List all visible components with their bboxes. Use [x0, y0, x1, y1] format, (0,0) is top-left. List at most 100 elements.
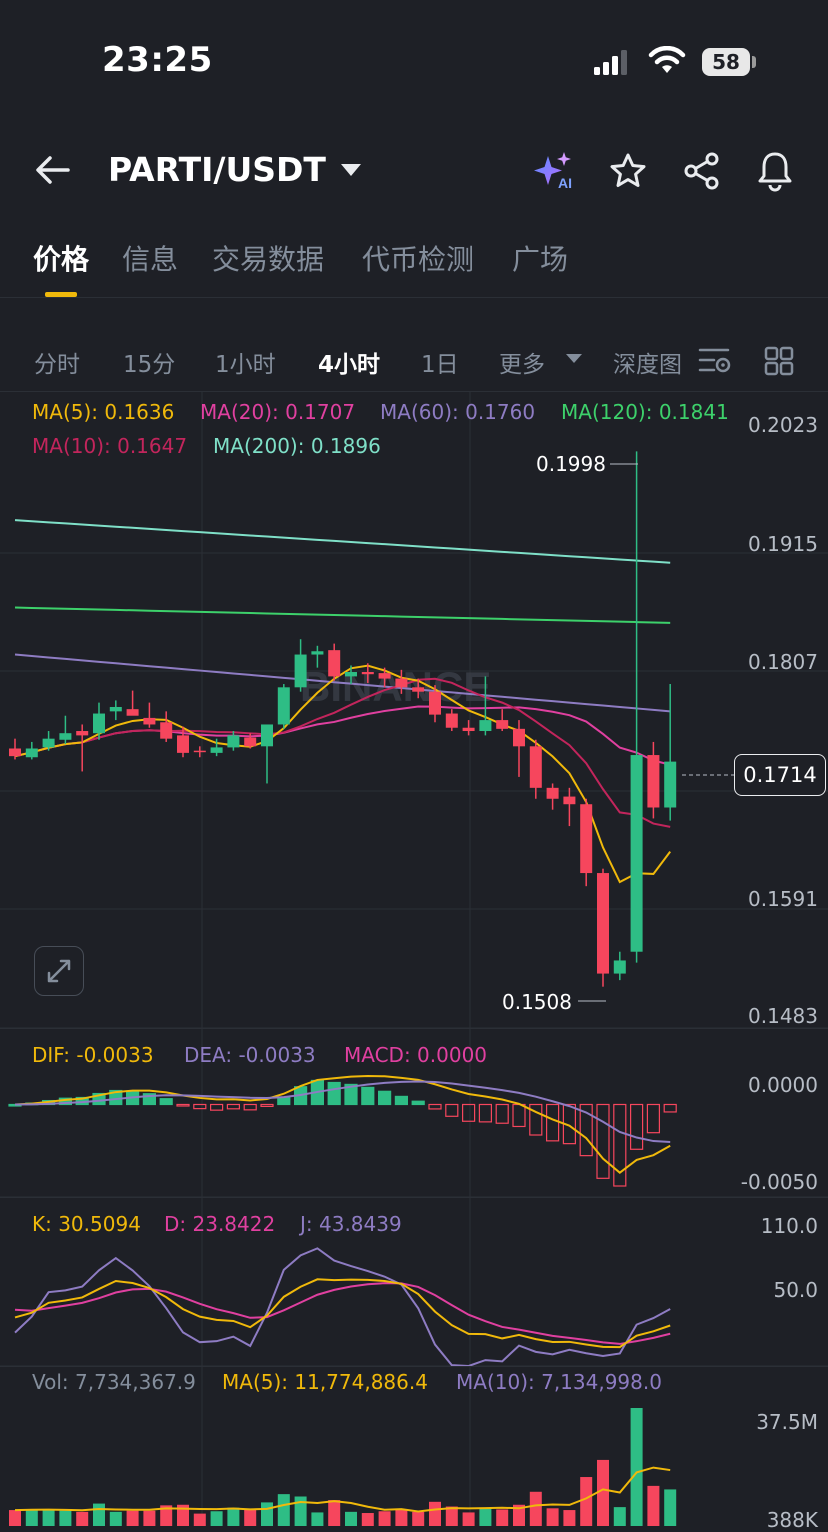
macd-bar: [159, 1098, 173, 1106]
timeframe-more[interactable]: 更多: [499, 345, 545, 379]
candlestick-chart[interactable]: BINANCE 0.1998 0.1508: [0, 391, 828, 1028]
macd-bar: [462, 1103, 476, 1122]
volume-bar: [580, 1477, 593, 1526]
candle: [664, 684, 677, 821]
macd-bar: [445, 1103, 459, 1117]
ma200-line: [14, 519, 671, 564]
volume-ma10-label: MA(10): 7,134,998.0: [456, 1370, 662, 1394]
macd-bar: [411, 1100, 425, 1106]
macd-panel-divider: [0, 1197, 828, 1198]
candle: [277, 684, 290, 729]
svg-text:AI: AI: [558, 175, 572, 191]
macd-bar: [327, 1081, 341, 1106]
volume-bar: [479, 1508, 492, 1526]
candle: [227, 731, 240, 751]
ma120-line: [14, 606, 671, 624]
volume-bar: [244, 1509, 257, 1526]
volume-bar: [93, 1503, 105, 1526]
macd-bar: [210, 1103, 224, 1111]
timeframe-line[interactable]: 分时: [34, 345, 80, 379]
low-price-label: 0.1508: [502, 990, 572, 1014]
layout-grid-icon[interactable]: [764, 346, 794, 376]
volume-bar: [395, 1509, 408, 1526]
candle: [126, 690, 139, 716]
volume-bar: [277, 1494, 290, 1526]
tabs-divider: [0, 297, 828, 298]
timeframe-1h[interactable]: 1小时: [215, 345, 276, 379]
macd-bar: [176, 1103, 190, 1107]
macd-bar: [512, 1103, 526, 1128]
candle: [109, 700, 122, 721]
volume-bar: [294, 1496, 307, 1526]
high-price-label: 0.1998: [536, 452, 606, 476]
volume-bar: [227, 1507, 240, 1526]
candle: [529, 739, 542, 799]
macd-chart: [8, 1074, 677, 1187]
kdj-panel-divider: [0, 1366, 828, 1367]
status-time: 23:25: [102, 40, 213, 80]
macd-bar: [646, 1103, 661, 1134]
tab-info[interactable]: 信息: [122, 238, 178, 278]
depth-chart-tab[interactable]: 深度图: [613, 345, 683, 379]
candle: [25, 741, 38, 760]
expand-icon: [47, 959, 71, 983]
volume-bar: [42, 1509, 55, 1526]
ai-assistant-icon[interactable]: AI: [532, 150, 578, 192]
ma20-line: [14, 705, 671, 766]
volume-bar: [193, 1513, 206, 1526]
tab-trading-data[interactable]: 交易数据: [212, 238, 324, 278]
tab-token-check[interactable]: 代币检测: [362, 238, 474, 278]
pair-title[interactable]: PARTI/USDT: [108, 150, 326, 189]
candle: [9, 738, 21, 760]
macd-bar: [260, 1103, 274, 1108]
candle: [76, 724, 89, 772]
volume-bar: [210, 1511, 223, 1526]
volume-bar: [630, 1408, 643, 1526]
macd-bar: [193, 1103, 207, 1110]
timeframe-4h[interactable]: 4小时: [318, 345, 380, 379]
battery-indicator: 58: [702, 48, 750, 76]
kdj-chart: [14, 1247, 671, 1366]
candle: [613, 951, 626, 981]
macd-bar: [663, 1103, 677, 1113]
volume-ma5-line: [14, 1466, 671, 1513]
volume-bar: [311, 1512, 324, 1526]
candle: [647, 741, 660, 819]
macd-bar: [277, 1097, 291, 1106]
pair-dropdown-icon[interactable]: [340, 163, 362, 177]
candle: [580, 798, 593, 887]
kdj-d-line: [14, 1282, 671, 1345]
notification-bell-icon[interactable]: [756, 150, 794, 192]
candle: [462, 720, 475, 736]
indicator-settings-icon[interactable]: [698, 346, 732, 376]
volume-bar: [462, 1512, 475, 1526]
candle: [630, 451, 643, 963]
back-arrow-icon[interactable]: [34, 154, 72, 186]
tab-square[interactable]: 广场: [512, 238, 568, 278]
macd-bar: [545, 1103, 560, 1142]
volume-bar: [345, 1511, 357, 1526]
candle: [445, 709, 458, 732]
candle: [193, 746, 206, 758]
volume-bar: [261, 1502, 273, 1526]
share-icon[interactable]: [682, 152, 722, 190]
candle: [93, 702, 105, 740]
favorite-star-icon[interactable]: [608, 152, 648, 190]
candle: [328, 643, 341, 681]
macd-bar: [428, 1103, 442, 1110]
kdj-j-line: [14, 1247, 671, 1366]
volume-bar: [664, 1489, 677, 1526]
fullscreen-button[interactable]: [34, 946, 84, 996]
tab-price[interactable]: 价格: [33, 238, 89, 278]
candle: [59, 715, 72, 745]
volume-bar: [328, 1500, 341, 1526]
candle: [261, 724, 273, 784]
macd-bar: [629, 1103, 644, 1150]
volume-bar: [563, 1510, 576, 1526]
timeframe-1d[interactable]: 1日: [421, 345, 459, 379]
candle: [160, 711, 173, 742]
candle: [496, 709, 509, 732]
timeframe-15m[interactable]: 15分: [123, 345, 175, 379]
more-dropdown-icon[interactable]: [566, 354, 582, 364]
candle: [294, 639, 307, 692]
